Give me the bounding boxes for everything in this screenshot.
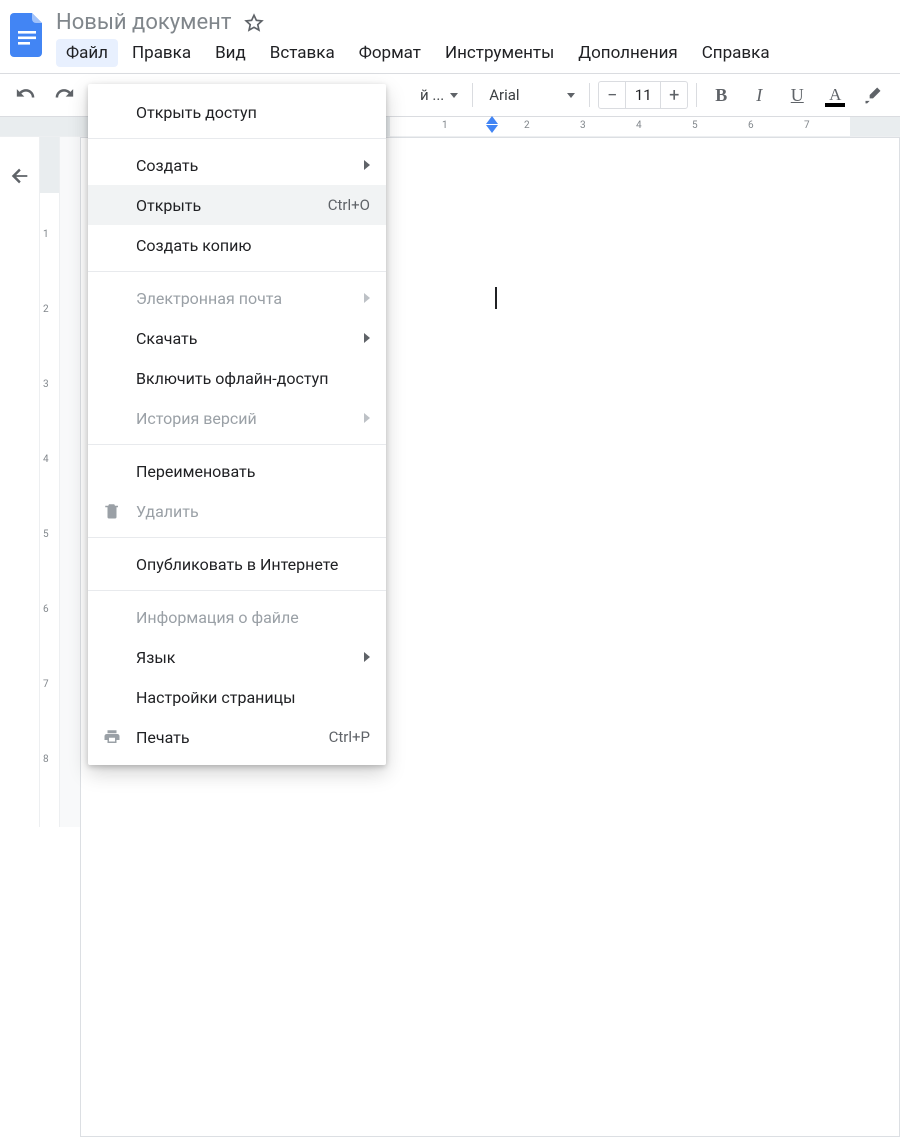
font-family-dropdown[interactable]: Arial bbox=[481, 80, 581, 110]
menu-item-label: Настройки страницы bbox=[136, 688, 370, 707]
menu-item-label: Информация о файле bbox=[136, 608, 370, 627]
file-menu-share[interactable]: Открыть доступ bbox=[88, 92, 386, 132]
menu-item-label: Открыть доступ bbox=[136, 103, 370, 122]
trash-icon bbox=[102, 501, 122, 521]
menu-shortcut: Ctrl+O bbox=[328, 196, 370, 214]
menu-separator bbox=[88, 590, 386, 591]
file-menu-copy[interactable]: Создать копию bbox=[88, 225, 386, 265]
menubar: Файл Правка Вид Вставка Формат Инструмен… bbox=[56, 39, 892, 73]
doc-title[interactable]: Новый документ bbox=[56, 10, 231, 35]
text-color-button[interactable]: A bbox=[819, 79, 851, 111]
menu-separator bbox=[88, 537, 386, 538]
bold-button[interactable]: B bbox=[705, 79, 737, 111]
font-size-value[interactable]: 11 bbox=[625, 82, 661, 108]
file-menu-rename[interactable]: Переименовать bbox=[88, 451, 386, 491]
file-menu-info: Информация о файле bbox=[88, 597, 386, 637]
submenu-arrow-icon bbox=[364, 333, 370, 343]
toolbar-separator bbox=[589, 83, 590, 107]
file-menu-lang[interactable]: Язык bbox=[88, 637, 386, 677]
menu-item-label: История версий bbox=[136, 409, 370, 428]
file-menu-pagesetup[interactable]: Настройки страницы bbox=[88, 677, 386, 717]
menu-file[interactable]: Файл bbox=[56, 39, 118, 67]
menu-insert[interactable]: Вставка bbox=[260, 39, 345, 67]
menu-item-label: Включить офлайн-доступ bbox=[136, 369, 370, 388]
file-menu-history: История версий bbox=[88, 398, 386, 438]
menu-addons[interactable]: Дополнения bbox=[568, 39, 687, 67]
menu-separator bbox=[88, 271, 386, 272]
font-size-minus[interactable]: − bbox=[599, 85, 625, 106]
menu-format[interactable]: Формат bbox=[349, 39, 431, 67]
menu-shortcut: Ctrl+P bbox=[329, 728, 370, 746]
file-menu-popup: Открыть доступ Создать ОткрытьCtrl+O Создат… bbox=[88, 84, 386, 765]
caret-down-icon bbox=[450, 93, 458, 98]
menu-separator bbox=[88, 138, 386, 139]
font-size-plus[interactable]: + bbox=[661, 85, 687, 106]
indent-marker-icon[interactable] bbox=[486, 116, 498, 134]
font-size-stepper: − 11 + bbox=[598, 81, 688, 109]
file-menu-print[interactable]: ПечатьCtrl+P bbox=[88, 717, 386, 757]
toolbar-separator bbox=[472, 83, 473, 107]
redo-button[interactable] bbox=[48, 79, 80, 111]
font-family-label: Arial bbox=[489, 86, 519, 104]
menu-item-label: Создать bbox=[136, 156, 370, 175]
menu-item-label: Удалить bbox=[136, 502, 370, 521]
file-menu-download[interactable]: Скачать bbox=[88, 318, 386, 358]
menu-item-label: Печать bbox=[136, 728, 329, 747]
paragraph-style-label: й ... bbox=[420, 86, 444, 104]
menu-item-label: Опубликовать в Интернете bbox=[136, 555, 370, 574]
menu-view[interactable]: Вид bbox=[205, 39, 256, 67]
menu-separator bbox=[88, 444, 386, 445]
caret-down-icon bbox=[567, 93, 575, 98]
menu-item-label: Создать копию bbox=[136, 236, 370, 255]
file-menu-publish[interactable]: Опубликовать в Интернете bbox=[88, 544, 386, 584]
star-icon[interactable] bbox=[243, 12, 265, 34]
menu-edit[interactable]: Правка bbox=[122, 39, 201, 67]
print-icon bbox=[102, 727, 122, 747]
submenu-arrow-icon bbox=[364, 293, 370, 303]
paragraph-style-dropdown[interactable]: й ... bbox=[412, 80, 464, 110]
menu-help[interactable]: Справка bbox=[692, 39, 780, 67]
file-menu-delete: Удалить bbox=[88, 491, 386, 531]
file-menu-open[interactable]: ОткрытьCtrl+O bbox=[88, 185, 386, 225]
menu-item-label: Язык bbox=[136, 648, 370, 667]
menu-item-label: Открыть bbox=[136, 196, 328, 215]
text-cursor bbox=[495, 287, 497, 309]
toolbar-separator bbox=[696, 83, 697, 107]
vertical-ruler[interactable]: 1 2 3 4 5 6 7 8 bbox=[40, 137, 60, 827]
outline-back-button[interactable] bbox=[9, 165, 31, 187]
submenu-arrow-icon bbox=[364, 652, 370, 662]
menu-item-label: Скачать bbox=[136, 329, 370, 348]
docs-logo[interactable] bbox=[8, 10, 48, 60]
highlight-button[interactable] bbox=[857, 79, 889, 111]
undo-button[interactable] bbox=[10, 79, 42, 111]
underline-button[interactable]: U bbox=[781, 79, 813, 111]
file-menu-email: Электронная почта bbox=[88, 278, 386, 318]
menu-item-label: Электронная почта bbox=[136, 289, 370, 308]
menu-item-label: Переименовать bbox=[136, 462, 370, 481]
menu-tools[interactable]: Инструменты bbox=[435, 39, 564, 67]
file-menu-offline[interactable]: Включить офлайн-доступ bbox=[88, 358, 386, 398]
file-menu-new[interactable]: Создать bbox=[88, 145, 386, 185]
submenu-arrow-icon bbox=[364, 413, 370, 423]
submenu-arrow-icon bbox=[364, 160, 370, 170]
italic-button[interactable]: I bbox=[743, 79, 775, 111]
